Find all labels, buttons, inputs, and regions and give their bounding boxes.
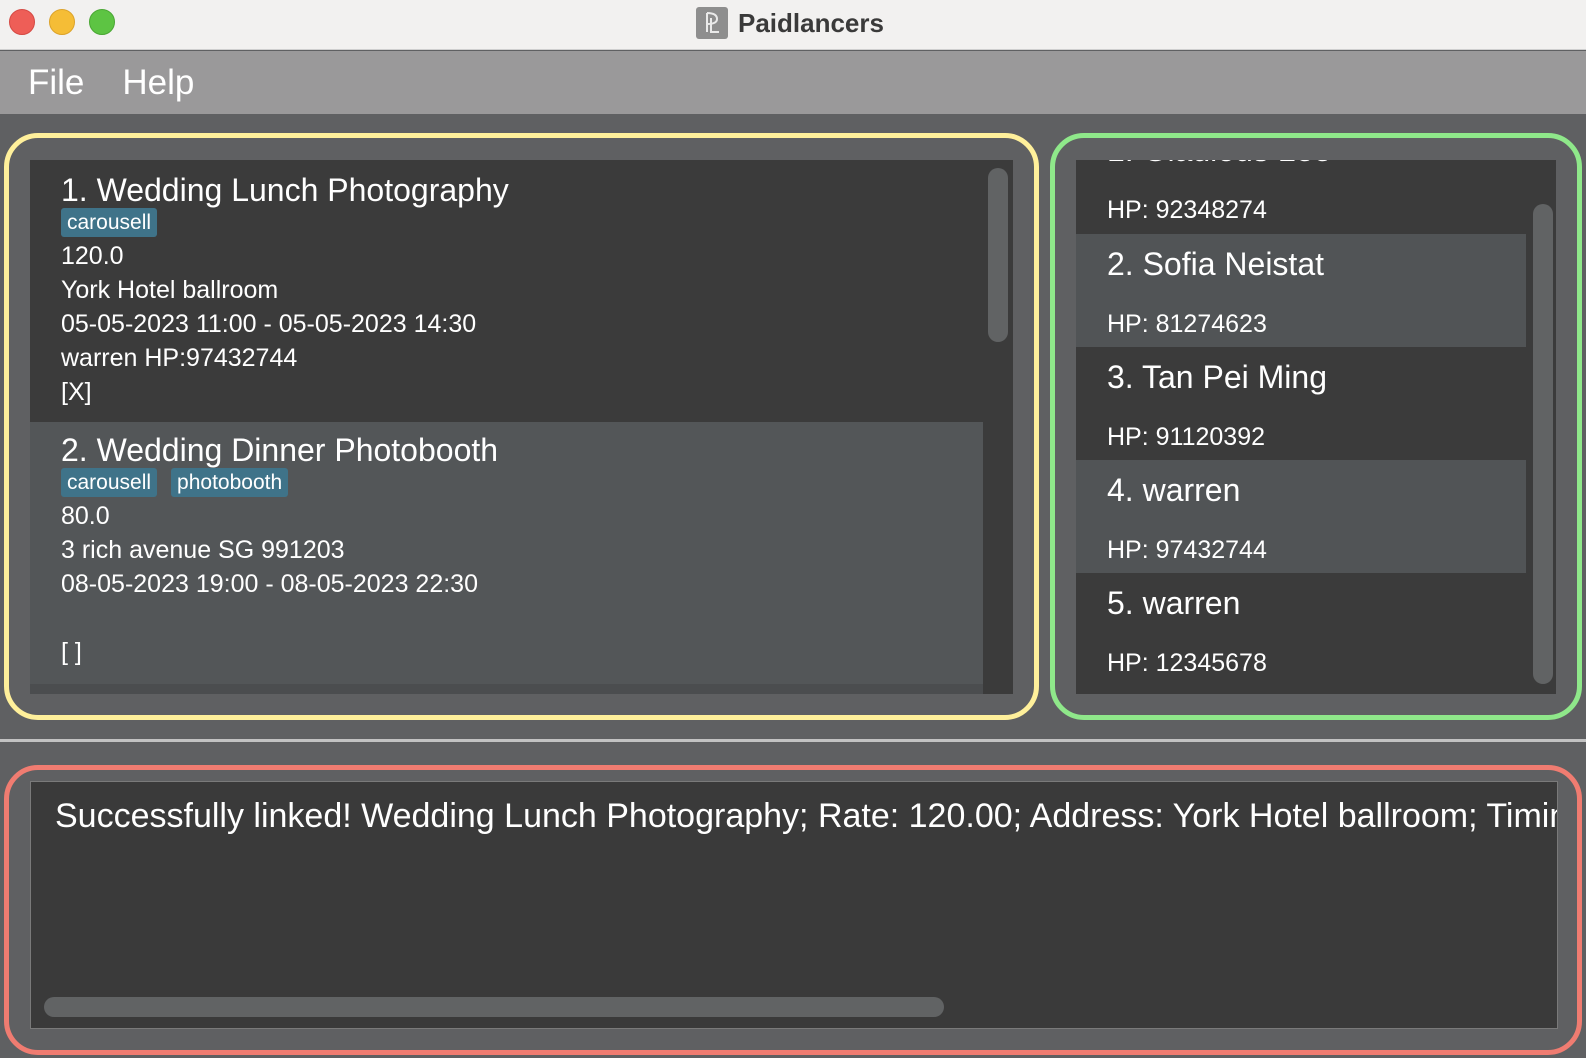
job-tags: carousell bbox=[61, 208, 158, 237]
result-horizontal-scrollbar[interactable] bbox=[44, 997, 944, 1017]
window-title: Paidlancers bbox=[738, 7, 884, 38]
result-display[interactable]: Successfully linked! Wedding Lunch Photo… bbox=[30, 781, 1558, 1029]
window-title-group: Paidlancers bbox=[696, 4, 884, 42]
person-name: 3. Tan Pei Ming bbox=[1107, 359, 1327, 395]
menu-bar: File Help bbox=[0, 51, 1586, 114]
person-phone: HP: 12345678 bbox=[1107, 649, 1267, 677]
person-card[interactable]: 4. warren HP: 97432744 bbox=[1076, 460, 1526, 574]
zoom-window-button[interactable] bbox=[89, 9, 115, 35]
person-list[interactable]: 1. Gladious Lee HP: 92348274 2. Sofia Ne… bbox=[1076, 160, 1556, 694]
job-address: 3 rich avenue SG 991203 bbox=[61, 536, 345, 564]
close-window-button[interactable] bbox=[9, 9, 35, 35]
job-list-horizontal-scrollbar[interactable] bbox=[30, 684, 983, 694]
minimize-window-button[interactable] bbox=[49, 9, 75, 35]
window-titlebar: Paidlancers bbox=[0, 0, 1586, 50]
person-phone: HP: 97432744 bbox=[1107, 536, 1267, 564]
person-name: 2. Sofia Neistat bbox=[1107, 246, 1324, 282]
person-list-scrollbar-track[interactable] bbox=[1526, 160, 1556, 694]
person-phone: HP: 91120392 bbox=[1107, 423, 1265, 451]
person-card[interactable]: 1. Gladious Lee HP: 92348274 bbox=[1076, 160, 1526, 234]
menu-help[interactable]: Help bbox=[122, 63, 194, 103]
person-name: 1. Gladious Lee bbox=[1107, 160, 1331, 169]
person-card[interactable]: 2. Sofia Neistat HP: 81274623 bbox=[1076, 234, 1526, 348]
person-card[interactable]: 3. Tan Pei Ming HP: 91120392 bbox=[1076, 347, 1526, 461]
job-tag: carousell bbox=[61, 208, 158, 237]
person-name: 4. warren bbox=[1107, 472, 1241, 508]
job-timing: 08-05-2023 19:00 - 08-05-2023 22:30 bbox=[61, 570, 478, 598]
person-card[interactable]: 5. warren HP: 12345678 bbox=[1076, 573, 1526, 687]
job-status: [ ] bbox=[61, 638, 82, 666]
job-rate: 80.0 bbox=[61, 502, 110, 530]
job-tag: carousell bbox=[61, 468, 158, 497]
job-list-scrollbar-thumb[interactable] bbox=[988, 168, 1008, 342]
job-list-scrollbar-track[interactable] bbox=[983, 160, 1013, 694]
job-client: warren HP:97432744 bbox=[61, 344, 298, 372]
job-card[interactable]: 2. Wedding Dinner Photobooth carousell p… bbox=[30, 422, 983, 684]
job-title: 2. Wedding Dinner Photobooth bbox=[61, 432, 499, 468]
job-title: 1. Wedding Lunch Photography bbox=[61, 172, 509, 208]
split-pane-divider[interactable] bbox=[0, 739, 1586, 742]
person-name: 5. warren bbox=[1107, 585, 1241, 621]
job-timing: 05-05-2023 11:00 - 05-05-2023 14:30 bbox=[61, 310, 477, 338]
job-tag: photobooth bbox=[171, 468, 289, 497]
job-rate: 120.0 bbox=[61, 242, 124, 270]
job-address: York Hotel ballroom bbox=[61, 276, 279, 304]
menu-file[interactable]: File bbox=[28, 63, 84, 103]
job-status: [X] bbox=[61, 378, 92, 406]
job-card[interactable]: 1. Wedding Lunch Photography carousell 1… bbox=[30, 160, 983, 422]
person-list-scrollbar-thumb[interactable] bbox=[1533, 204, 1553, 684]
job-list[interactable]: 1. Wedding Lunch Photography carousell 1… bbox=[30, 160, 1013, 694]
job-tags: carousell photobooth bbox=[61, 468, 289, 497]
result-message: Successfully linked! Wedding Lunch Photo… bbox=[55, 797, 1557, 835]
app-logo-icon bbox=[696, 7, 728, 39]
person-phone: HP: 92348274 bbox=[1107, 196, 1267, 224]
person-phone: HP: 81274623 bbox=[1107, 310, 1267, 338]
